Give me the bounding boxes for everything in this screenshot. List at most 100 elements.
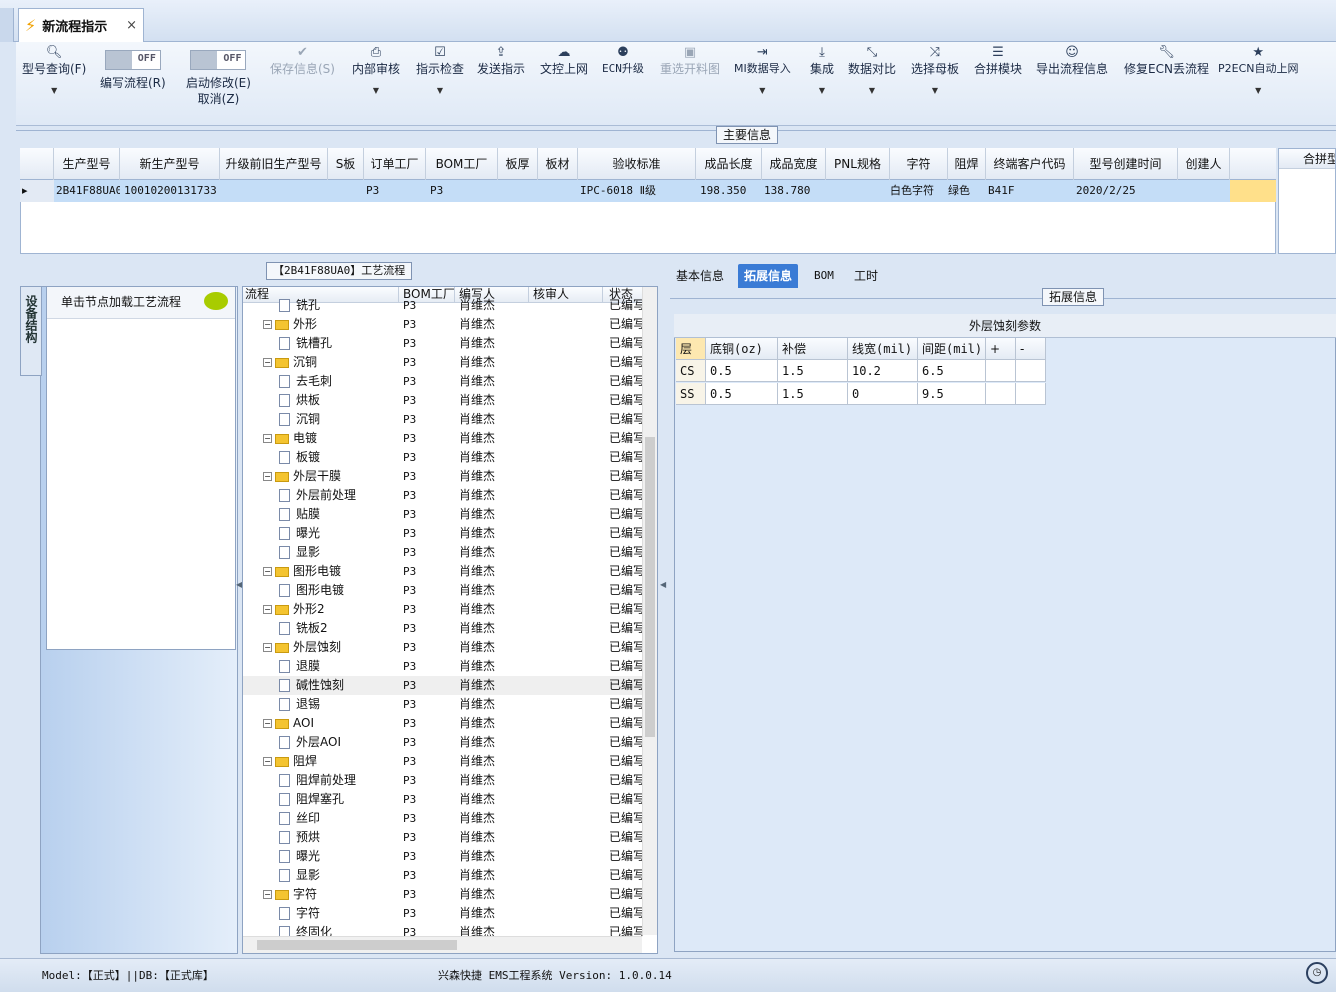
collapse-icon[interactable]: − [263,358,272,367]
collapse-icon[interactable]: − [263,605,272,614]
close-icon[interactable]: × [126,18,137,33]
model-query-button[interactable]: 🔍︎ 型号查询(F) ▼ [22,42,86,122]
tree-node[interactable]: 显影 [279,543,399,562]
tree-folder-row[interactable]: − 外层干膜 P3 肖维杰 已编写 [243,467,643,486]
etch-cell[interactable]: 0.5 [706,360,778,382]
start-modify-control[interactable]: OFF 启动修改(E) 取消(Z) [186,42,251,122]
table-cell[interactable]: IPC-6018 Ⅱ级 [580,180,696,202]
tab-extended-info[interactable]: 拓展信息 [738,264,799,288]
layer-cell[interactable]: CS [676,360,706,382]
tree-node[interactable]: 曝光 [279,524,399,543]
table-cell[interactable]: P3 [430,180,480,202]
column-header[interactable]: 升级前旧生产型号 [220,148,328,180]
save-info-button[interactable]: ✔ 保存信息(S) [270,42,335,122]
tree-step-row[interactable]: 显影 P3 肖维杰 已编写 [243,866,643,885]
etch-cell[interactable] [1016,383,1046,405]
tree-folder-row[interactable]: − 图形电镀 P3 肖维杰 已编写 [243,562,643,581]
collapse-icon[interactable]: − [263,320,272,329]
etch-column-header[interactable]: 补偿 [778,338,848,360]
etch-column-header[interactable]: 线宽(mil) [848,338,918,360]
table-cell[interactable]: 白色字符 [890,180,948,202]
tree-node[interactable]: 退锡 [279,695,399,714]
table-cell[interactable]: 198.350 [700,180,760,202]
etch-column-header[interactable]: 层 [676,338,706,360]
etch-cell[interactable] [986,360,1016,382]
table-cell[interactable]: 绿色 [948,180,986,202]
tree-node[interactable]: 板镀 [279,448,399,467]
tree-node[interactable]: 铣孔 [279,296,399,315]
tree-node[interactable]: 贴膜 [279,505,399,524]
tree-step-row[interactable]: 外层前处理 P3 肖维杰 已编写 [243,486,643,505]
chevron-down-icon[interactable]: ▼ [373,86,379,95]
table-cell-highlight[interactable] [1230,180,1276,202]
column-header[interactable]: 订单工厂 [364,148,426,180]
tree-step-row[interactable]: 阻焊塞孔 P3 肖维杰 已编写 [243,790,643,809]
tree-step-row[interactable]: 铣槽孔 P3 肖维杰 已编写 [243,334,643,353]
repair-ecn-button[interactable]: 🔧︎ 修复ECN丢流程 [1124,42,1209,122]
scroll-thumb[interactable] [645,437,655,737]
chevron-down-icon[interactable]: ▼ [932,86,938,95]
tree-step-row[interactable]: 曝光 P3 肖维杰 已编写 [243,847,643,866]
column-header[interactable]: 终端客户代码 [986,148,1074,180]
tree-node[interactable]: 字符 [279,904,399,923]
tree-folder-row[interactable]: − 阻焊 P3 肖维杰 已编写 [243,752,643,771]
instruction-check-button[interactable]: ☑ 指示检查 ▼ [416,42,464,122]
tree-node[interactable]: 曝光 [279,847,399,866]
chevron-down-icon[interactable]: ▼ [759,86,765,95]
remove-column-button[interactable]: - [1016,338,1046,360]
tree-step-row[interactable]: 阻焊前处理 P3 肖维杰 已编写 [243,771,643,790]
process-tree[interactable]: 流程 BOM工厂 编写人 核审人 状态 铣孔 P3 肖维杰 已编写 − 外形 P3 肖维杰 已编… [242,286,658,954]
send-instruction-button[interactable]: ⇪ 发送指示 [477,42,525,122]
tree-node[interactable]: 外层前处理 [279,486,399,505]
tree-node[interactable]: 碱性蚀刻 [279,676,399,695]
clock-icon[interactable]: ◷ [1306,962,1328,984]
tree-folder-row[interactable]: − 外形2 P3 肖维杰 已编写 [243,600,643,619]
column-header[interactable]: 新生产型号 [120,148,220,180]
chevron-down-icon[interactable]: ▼ [1255,86,1261,95]
tree-node[interactable]: − 外层蚀刻 [263,638,399,657]
etch-cell[interactable]: 1.5 [778,360,848,382]
tree-node[interactable]: − 阻焊 [263,752,399,771]
tree-node[interactable]: 显影 [279,866,399,885]
tree-node[interactable]: 去毛刺 [279,372,399,391]
tree-step-row[interactable]: 显影 P3 肖维杰 已编写 [243,543,643,562]
export-flow-info-button[interactable]: ☺ 导出流程信息 [1036,42,1108,122]
column-header[interactable]: 创建人 [1178,148,1230,180]
ecn-upgrade-button[interactable]: ⚉ ECN升级 [602,42,644,122]
collapse-icon[interactable]: − [263,567,272,576]
integrate-button[interactable]: ⤓ 集成 ▼ [810,42,834,122]
tree-folder-row[interactable]: − 字符 P3 肖维杰 已编写 [243,885,643,904]
tree-node[interactable]: − 外形2 [263,600,399,619]
chevron-down-icon[interactable]: ▼ [819,86,825,95]
tree-step-row[interactable]: 贴膜 P3 肖维杰 已编写 [243,505,643,524]
tree-folder-row[interactable]: − 电镀 P3 肖维杰 已编写 [243,429,643,448]
table-cell[interactable]: 10010200131733 [124,180,224,202]
tree-node[interactable]: − AOI [263,714,399,733]
doc-control-online-button[interactable]: ☁ 文控上网 [540,42,588,122]
etch-cell[interactable]: 1.5 [778,383,848,405]
data-compare-button[interactable]: ⤡ 数据对比 ▼ [848,42,896,122]
reselect-material-map-button[interactable]: ▣ 重选开料图 [660,42,720,122]
collapse-right-icon[interactable]: ◀ [660,580,666,589]
tree-step-row[interactable]: 退锡 P3 肖维杰 已编写 [243,695,643,714]
tree-step-row[interactable]: 去毛刺 P3 肖维杰 已编写 [243,372,643,391]
tree-step-row[interactable]: 预烘 P3 肖维杰 已编写 [243,828,643,847]
tree-node[interactable]: 铣槽孔 [279,334,399,353]
tree-node[interactable]: − 图形电镀 [263,562,399,581]
tree-node[interactable]: 阻焊前处理 [279,771,399,790]
tree-step-row[interactable]: 曝光 P3 肖维杰 已编写 [243,524,643,543]
tree-step-row[interactable]: 丝印 P3 肖维杰 已编写 [243,809,643,828]
tree-node[interactable]: 阻焊塞孔 [279,790,399,809]
tree-node[interactable]: − 外形 [263,315,399,334]
collapse-icon[interactable]: − [263,890,272,899]
tree-step-row[interactable]: 退膜 P3 肖维杰 已编写 [243,657,643,676]
p2ecn-auto-online-button[interactable]: ★ P2ECN自动上网 ▼ [1218,42,1299,122]
collapse-icon[interactable]: − [263,472,272,481]
etch-column-header[interactable]: 底铜(oz) [706,338,778,360]
tree-node[interactable]: 沉铜 [279,410,399,429]
tree-step-row[interactable]: 沉铜 P3 肖维杰 已编写 [243,410,643,429]
column-header[interactable]: 板厚 [498,148,538,180]
collapse-icon[interactable]: − [263,757,272,766]
etch-cell[interactable]: 0 [848,383,918,405]
tree-node[interactable]: − 字符 [263,885,399,904]
